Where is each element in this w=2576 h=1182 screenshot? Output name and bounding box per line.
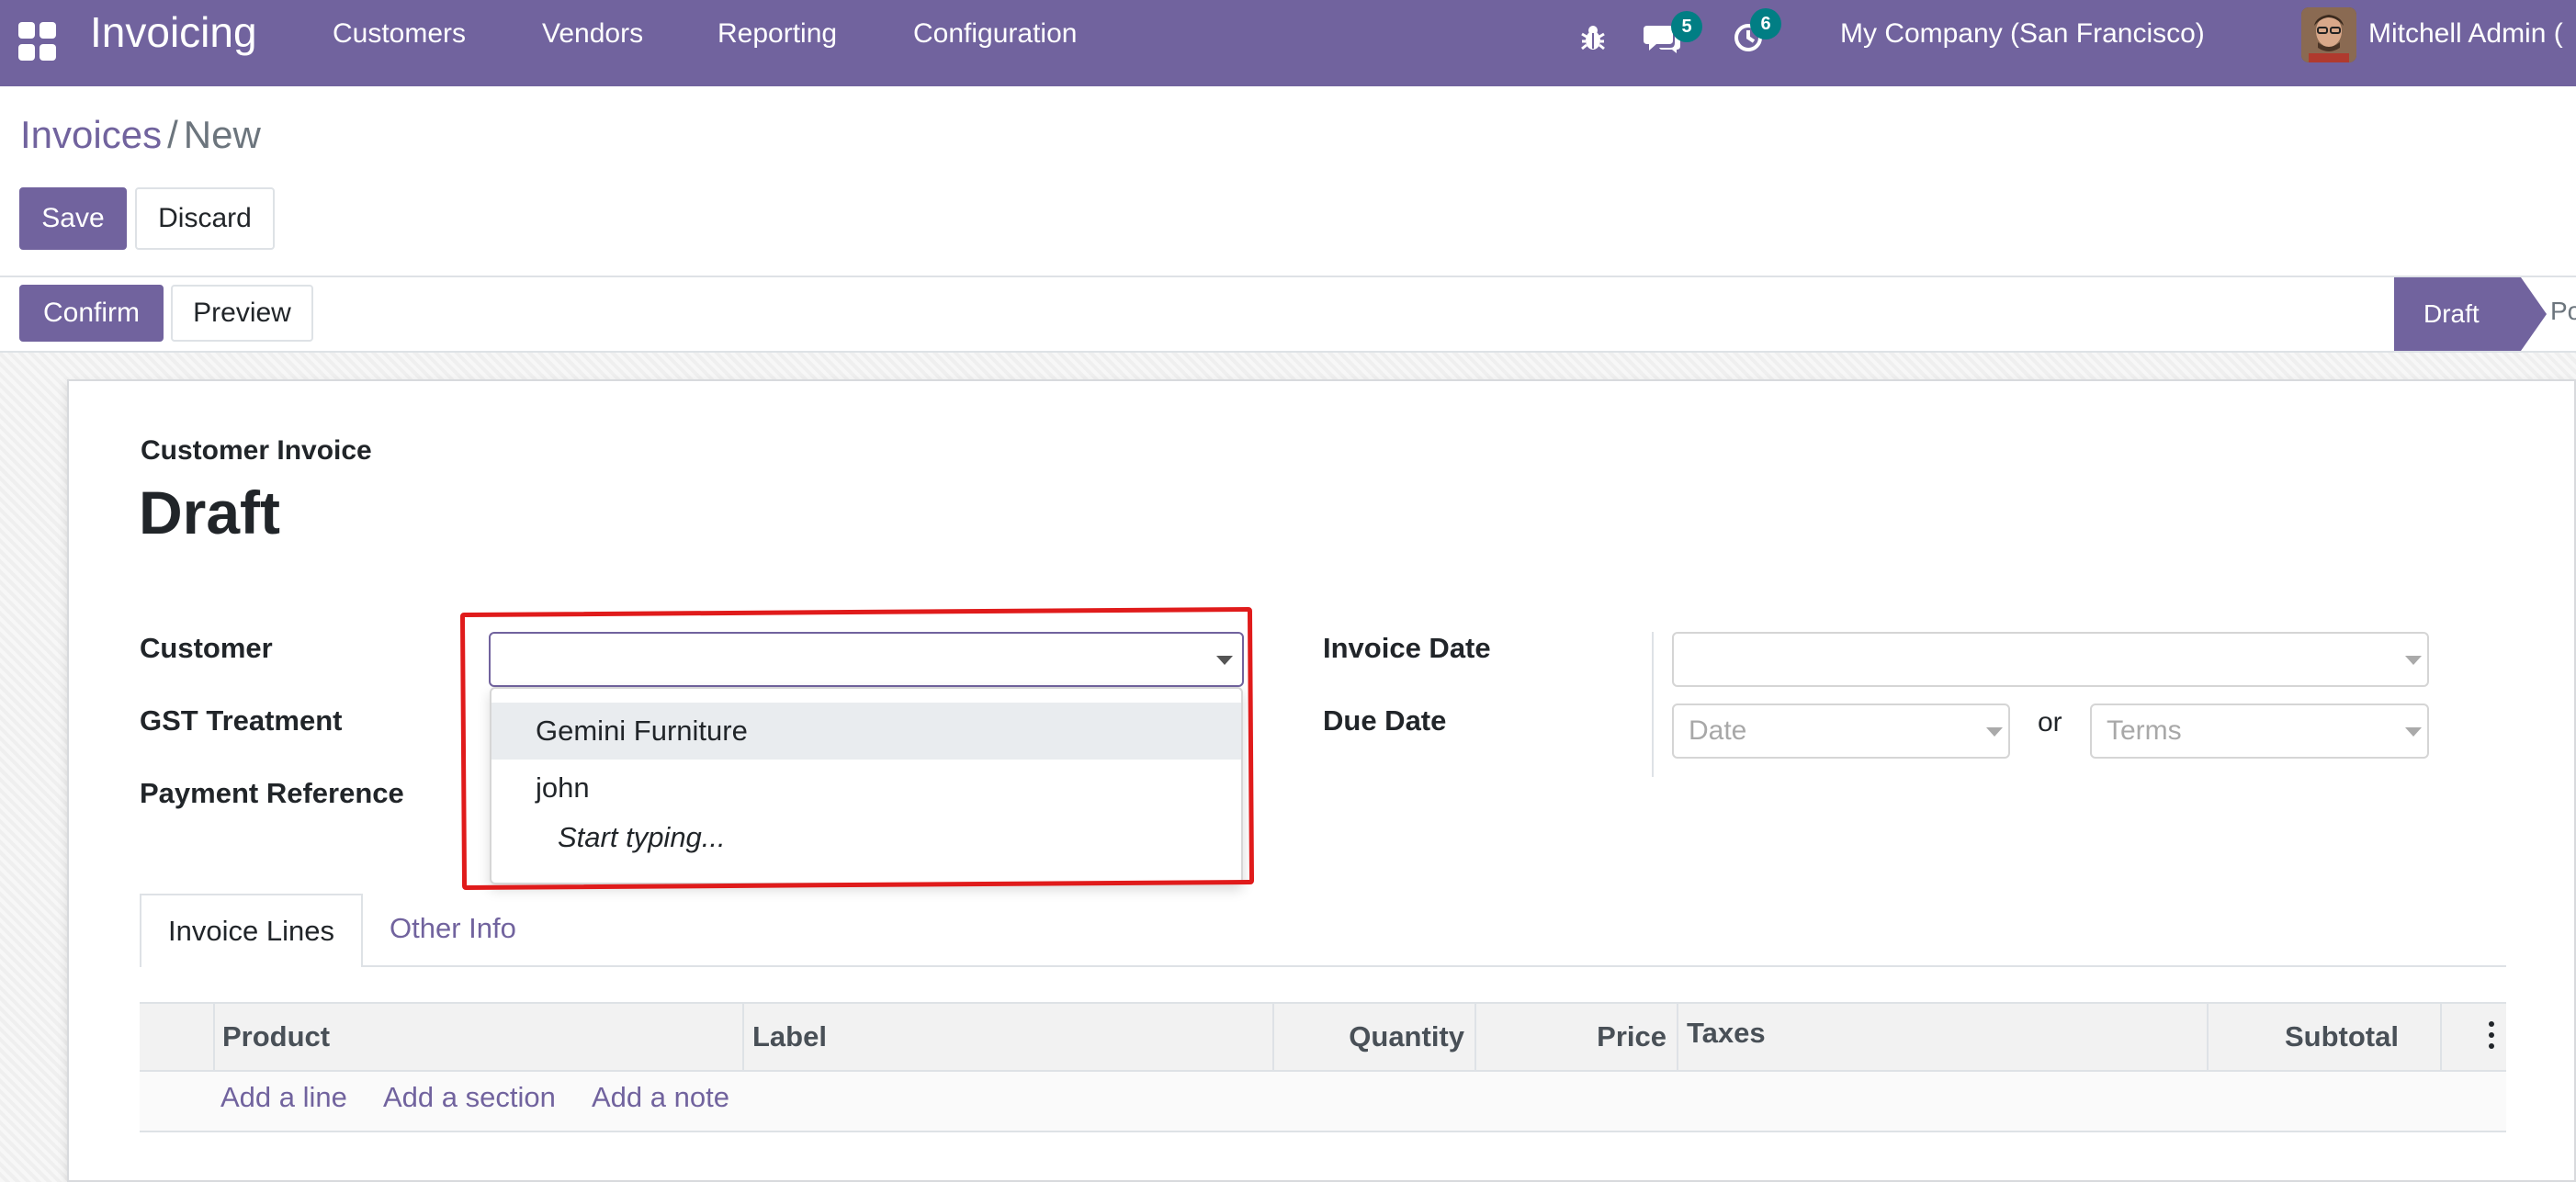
- status-draft[interactable]: Draft: [2394, 277, 2521, 351]
- due-date-input[interactable]: Date: [1672, 704, 2010, 759]
- column-quantity[interactable]: Quantity: [1282, 1004, 1464, 1070]
- breadcrumb-current: New: [183, 113, 261, 156]
- tab-divider: [363, 965, 2506, 967]
- preview-button[interactable]: Preview: [171, 285, 313, 342]
- breadcrumb-separator: /: [167, 113, 178, 156]
- top-navbar: Invoicing Customers Vendors Reporting Co…: [0, 0, 2576, 86]
- add-section-link[interactable]: Add a section: [383, 1081, 556, 1114]
- menu-customers[interactable]: Customers: [333, 18, 466, 50]
- column-label[interactable]: Label: [752, 1004, 827, 1070]
- messages-badge: 5: [1671, 11, 1702, 42]
- invoice-date-input[interactable]: [1672, 632, 2429, 687]
- optional-columns-icon[interactable]: [2489, 1021, 2494, 1049]
- status-posted[interactable]: Po: [2550, 297, 2576, 326]
- app-name[interactable]: Invoicing: [90, 7, 257, 57]
- annotation-highlight: [459, 606, 1255, 891]
- apps-menu-icon[interactable]: [18, 22, 57, 61]
- add-note-link[interactable]: Add a note: [592, 1081, 729, 1114]
- chevron-down-icon[interactable]: [1986, 727, 2003, 737]
- chevron-down-icon[interactable]: [2405, 656, 2422, 665]
- lines-table-header: Product Label Quantity Price Taxes Subto…: [140, 1002, 2506, 1072]
- confirm-button[interactable]: Confirm: [19, 285, 164, 342]
- payment-terms-input[interactable]: Terms: [2090, 704, 2429, 759]
- terms-placeholder: Terms: [2107, 715, 2182, 746]
- invoice-date-label: Invoice Date: [1323, 632, 1491, 664]
- breadcrumb-invoices[interactable]: Invoices: [20, 113, 162, 156]
- or-label: or: [2038, 707, 2062, 737]
- column-taxes[interactable]: Taxes: [1687, 1000, 1766, 1066]
- payment-reference-label: Payment Reference: [140, 777, 404, 809]
- column-product[interactable]: Product: [222, 1004, 330, 1070]
- status-draft-arrow: [2521, 277, 2547, 351]
- breadcrumb: Invoices / New: [20, 113, 261, 157]
- add-line-link[interactable]: Add a line: [220, 1081, 347, 1114]
- menu-vendors[interactable]: Vendors: [542, 18, 643, 50]
- bug-icon[interactable]: [1572, 17, 1614, 59]
- document-title: Draft: [139, 478, 281, 546]
- company-switcher[interactable]: My Company (San Francisco): [1840, 18, 2205, 50]
- column-subtotal[interactable]: Subtotal: [2217, 1004, 2399, 1070]
- gst-treatment-label: GST Treatment: [140, 704, 343, 737]
- control-divider: [0, 276, 2576, 277]
- user-menu[interactable]: Mitchell Admin (: [2368, 18, 2563, 50]
- due-date-placeholder: Date: [1689, 715, 1747, 746]
- tab-invoice-lines[interactable]: Invoice Lines: [140, 894, 363, 967]
- form-column-divider: [1652, 632, 1654, 777]
- document-type: Customer Invoice: [141, 435, 372, 466]
- save-button[interactable]: Save: [19, 187, 127, 250]
- menu-reporting[interactable]: Reporting: [717, 18, 837, 50]
- due-date-label: Due Date: [1323, 704, 1447, 737]
- menu-configuration[interactable]: Configuration: [913, 18, 1077, 50]
- column-price[interactable]: Price: [1485, 1004, 1666, 1070]
- activities-badge: 6: [1750, 8, 1781, 39]
- avatar[interactable]: [2301, 7, 2356, 62]
- discard-button[interactable]: Discard: [135, 187, 275, 250]
- chevron-down-icon[interactable]: [2405, 727, 2422, 737]
- customer-label: Customer: [140, 632, 273, 664]
- tab-other-info[interactable]: Other Info: [390, 912, 516, 945]
